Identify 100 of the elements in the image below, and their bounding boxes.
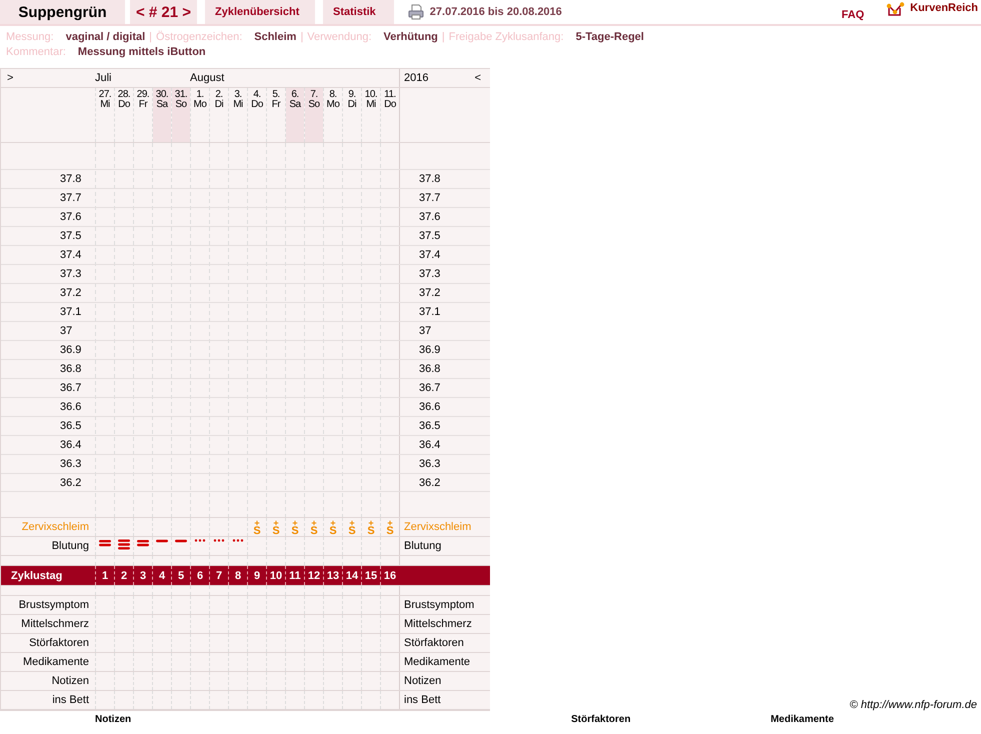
mucus-symbol: + S — [329, 520, 337, 534]
day-header: 29. Fr — [136, 88, 150, 110]
temperature-label: 37.2 — [418, 287, 440, 299]
temperature-label: 36.3 — [418, 458, 440, 470]
cycle-day-number: 5 — [178, 570, 184, 582]
row-label: Zervixschleim — [404, 521, 472, 533]
cycle-day-number: 6 — [196, 570, 204, 582]
temperature-label: 37 — [59, 325, 74, 337]
section-heading: Medikamente — [770, 714, 834, 725]
cycle-day-number: 14 — [346, 570, 358, 582]
section-heading: Störfaktoren — [571, 714, 631, 725]
cycle-day-number: 11 — [289, 570, 301, 582]
cycle-day-number: 7 — [216, 570, 222, 582]
mucus-symbol: + S — [348, 520, 356, 534]
info-label: Kommentar: — [6, 45, 66, 60]
copyright-text: © http://www.nfp-forum.de — [850, 699, 977, 711]
temperature-label: 36.5 — [418, 420, 440, 432]
separator: | — [442, 30, 445, 45]
info-value: vaginal / digital — [66, 30, 146, 45]
day-header: 1. Mo — [192, 88, 208, 110]
mucus-symbol: + S — [272, 520, 280, 534]
temperature-label: 37.2 — [59, 287, 82, 299]
temperature-label: 37.7 — [418, 192, 440, 204]
row-label: Zyklustag — [11, 570, 62, 582]
info-label: Messung: — [6, 30, 54, 45]
day-header: 28. Do — [116, 88, 132, 110]
temperature-label: 36.6 — [418, 401, 440, 413]
nav-tab[interactable]: Zyklenübersicht — [205, 0, 315, 24]
temperature-label: 36.3 — [59, 458, 82, 470]
temperature-label: 36.4 — [418, 439, 440, 451]
cycle-day-number: 3 — [140, 570, 146, 582]
row-label: Mittelschmerz — [404, 618, 472, 630]
temperature-label: 36.9 — [418, 344, 440, 356]
cycle-day-number: 8 — [234, 570, 242, 582]
row-label: Notizen — [404, 675, 442, 687]
cycle-day-number: 9 — [254, 570, 260, 582]
date-range: 27.07.2016 bis 20.08.2016 — [430, 6, 562, 18]
mucus-symbol: + S — [310, 520, 318, 534]
cycle-day-number: 12 — [308, 570, 320, 582]
cycle-day-number: 4 — [158, 570, 166, 582]
row-label: Mittelschmerz — [21, 618, 89, 630]
temperature-label: 37.5 — [418, 230, 440, 242]
temperature-label: 37.6 — [59, 211, 82, 223]
info-value: Messung mittels iButton — [78, 45, 206, 60]
logo-text: KurvenReich — [910, 2, 978, 14]
day-header: 10. Mi — [364, 88, 378, 110]
nav-tab[interactable]: Statistik — [323, 0, 394, 24]
mucus-symbol: + S — [386, 520, 394, 534]
day-header: 27. Mi — [98, 88, 112, 110]
row-label: Störfaktoren — [404, 637, 464, 649]
temperature-label: 36.9 — [59, 344, 82, 356]
row-label: Zervixschleim — [22, 521, 89, 533]
temperature-label: 37.7 — [59, 192, 82, 204]
month-label: Juli — [95, 72, 112, 84]
temperature-label: 36.5 — [59, 420, 82, 432]
day-header: 4. Do — [250, 88, 264, 110]
cycle-day-number: 16 — [384, 570, 396, 582]
day-header: 31. So — [172, 88, 190, 142]
info-label: Verwendung: — [307, 30, 372, 45]
day-header: 11. Do — [383, 88, 397, 110]
day-header: 7. So — [305, 88, 323, 142]
temperature-label: 36.7 — [59, 382, 82, 394]
row-label: Blutung — [52, 540, 89, 552]
day-header: 30. Sa — [153, 88, 171, 142]
row-label: Medikamente — [22, 656, 89, 668]
row-label: Störfaktoren — [29, 637, 89, 649]
app-title: Suppengrün — [0, 0, 125, 24]
row-label: Brustsymptom — [18, 599, 89, 611]
separator: | — [300, 30, 304, 45]
cycle-day-number: 1 — [102, 570, 108, 582]
temperature-label: 37.8 — [418, 173, 440, 185]
temperature-label: 36.2 — [59, 476, 82, 488]
day-header: 2. Di — [214, 88, 224, 110]
temperature-label: 37 — [418, 325, 432, 337]
info-label: Freigabe Zyklusanfang: — [448, 30, 564, 45]
info-value: Verhütung — [384, 30, 438, 45]
cycle-day-number: 10 — [270, 570, 282, 582]
temperature-label: 36.4 — [59, 439, 82, 451]
temperature-label: 36.8 — [418, 363, 440, 375]
mucus-symbol: + S — [253, 520, 261, 534]
temperature-label: 37.5 — [59, 230, 82, 242]
temperature-label: 37.8 — [59, 173, 82, 185]
row-label: ins Bett — [404, 694, 441, 706]
cycle-day-number: 13 — [326, 570, 340, 582]
cycle-day-number: 2 — [120, 570, 128, 582]
temperature-label: 36.8 — [59, 363, 82, 375]
faq-link[interactable]: FAQ — [842, 9, 864, 21]
day-header: 9. Di — [346, 88, 358, 110]
mucus-symbol: + S — [291, 520, 299, 534]
day-header: 5. Fr — [270, 88, 282, 110]
previous-button[interactable]: > — [3, 72, 18, 84]
temperature-label: 36.2 — [418, 476, 440, 488]
printer-icon[interactable] — [408, 4, 424, 20]
row-label: ins Bett — [52, 694, 89, 706]
next-button[interactable]: < — [470, 72, 485, 84]
logo-icon — [886, 2, 906, 18]
info-value: Schleim — [254, 30, 296, 45]
cycle-nav-link[interactable]: < # 21 > — [130, 0, 197, 24]
day-header: 8. Mo — [326, 88, 340, 110]
temperature-label: 37.1 — [59, 306, 82, 318]
